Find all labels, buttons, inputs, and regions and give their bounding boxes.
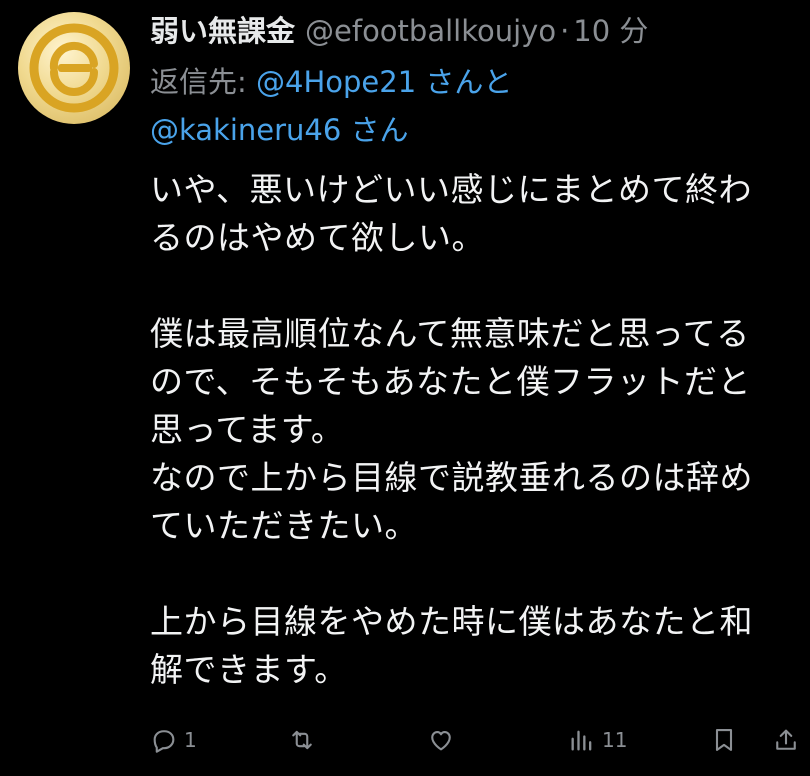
tweet-text-line: ていただきたい。 (150, 506, 418, 545)
separator-dot: · (560, 14, 570, 48)
views-count: 11 (602, 728, 628, 752)
share-icon (776, 729, 796, 750)
retweet-icon (292, 730, 312, 750)
tweet-content: 弱い無課金 @efootballkoujyo · 10 分 返信先: @4Hop… (150, 8, 800, 694)
tweet[interactable]: 弱い無課金 @efootballkoujyo · 10 分 返信先: @4Hop… (0, 0, 810, 776)
views-button[interactable]: 11 (568, 718, 627, 762)
bookmark-icon (715, 729, 733, 751)
reply-icon (153, 730, 175, 753)
mention-suffix: さん (341, 113, 409, 147)
tweet-text-line: いや、悪いけどいい感じにまとめて終わ (150, 170, 753, 209)
timestamp[interactable]: 10 分 (573, 8, 648, 54)
action-bar: 1 11 (150, 718, 810, 762)
mention-link[interactable]: @kakineru46 (150, 113, 341, 147)
like-button[interactable] (426, 718, 462, 762)
efootball-coin-logo (29, 23, 119, 113)
mention-suffix: さんと (416, 65, 513, 99)
user-handle[interactable]: @efootballkoujyo (305, 8, 556, 54)
tweet-text-line: 僕は最高順位なんて無意味だと思ってる (150, 314, 750, 353)
tweet-header: 弱い無課金 @efootballkoujyo · 10 分 (150, 8, 800, 54)
bookmark-button[interactable] (710, 718, 738, 762)
reply-count: 1 (184, 728, 197, 752)
mention-link[interactable]: @4Hope21 (256, 65, 416, 99)
tweet-text-line: るのはやめて欲しい。 (150, 218, 485, 257)
tweet-text-line: 思ってます。 (150, 410, 345, 449)
like-icon (431, 731, 451, 751)
views-icon (571, 730, 592, 751)
share-button[interactable] (772, 718, 800, 762)
display-name[interactable]: 弱い無課金 (150, 8, 295, 54)
tweet-text: いや、悪いけどいい感じにまとめて終わ るのはやめて欲しい。 僕は最高順位なんて無… (150, 166, 800, 694)
tweet-text-line: なので上から目線で説教垂れるのは辞め (150, 458, 753, 497)
reply-context: 返信先: @4Hope21 さんと @kakineru46 さん (150, 58, 800, 154)
avatar[interactable] (18, 12, 130, 124)
reply-prefix: 返信先: (150, 65, 256, 99)
tweet-text-line: ので、そもそもあなたと僕フラットだと (150, 362, 752, 401)
reply-button[interactable]: 1 (150, 718, 197, 762)
tweet-text-line: 解できます。 (150, 650, 348, 689)
retweet-button[interactable] (286, 718, 324, 762)
tweet-text-line: 上から目線をやめた時に僕はあなたと和 (150, 602, 753, 641)
